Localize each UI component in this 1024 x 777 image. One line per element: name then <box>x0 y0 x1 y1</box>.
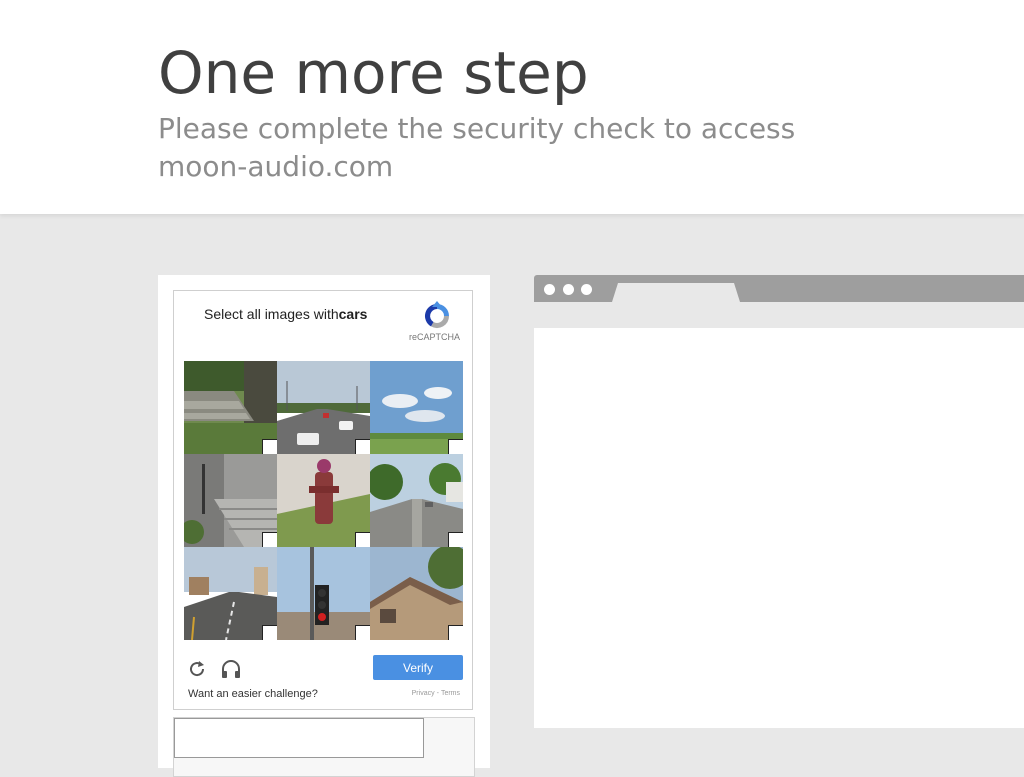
browser-illustration <box>534 275 1024 728</box>
tile-checkbox[interactable] <box>262 625 277 640</box>
recaptcha-challenge: Select all images withcars reCAPTCHA Ver… <box>173 290 473 710</box>
privacy-link[interactable]: Privacy <box>412 690 435 697</box>
challenge-tile[interactable] <box>370 547 463 640</box>
terms-link[interactable]: Terms <box>441 690 460 697</box>
recaptcha-brand: reCAPTCHA <box>408 332 460 342</box>
tile-checkbox[interactable] <box>355 532 370 547</box>
challenge-prompt-text: Select all images with <box>204 306 339 322</box>
challenge-tile[interactable] <box>184 547 277 640</box>
browser-tab <box>612 283 740 302</box>
tile-checkbox[interactable] <box>448 625 463 640</box>
browser-toolbar <box>534 302 1024 328</box>
page-title: One more step <box>158 39 589 107</box>
legal-separator: - <box>436 690 439 697</box>
easier-challenge-link[interactable]: Want an easier challenge? <box>188 688 318 700</box>
challenge-tile[interactable] <box>277 361 370 454</box>
challenge-tile[interactable] <box>277 454 370 547</box>
challenge-tile[interactable] <box>184 454 277 547</box>
recaptcha-logo-icon <box>424 301 449 329</box>
browser-content <box>534 328 1024 728</box>
reload-icon[interactable] <box>187 659 207 679</box>
captcha-panel: Select all images withcars reCAPTCHA Ver… <box>158 275 490 777</box>
challenge-tile[interactable] <box>370 361 463 454</box>
tile-checkbox[interactable] <box>262 532 277 547</box>
challenge-target: cars <box>338 306 368 322</box>
challenge-tile[interactable] <box>277 547 370 640</box>
tile-checkbox[interactable] <box>448 439 463 454</box>
legal-links: Privacy - Terms <box>412 690 460 697</box>
tile-checkbox[interactable] <box>355 625 370 640</box>
challenge-image-grid <box>184 361 464 641</box>
page-subtitle: Please complete the security check to ac… <box>158 112 796 183</box>
tile-checkbox[interactable] <box>448 532 463 547</box>
tile-checkbox[interactable] <box>355 439 370 454</box>
headphones-icon[interactable] <box>220 658 242 680</box>
response-box <box>173 717 475 777</box>
window-dot-icon <box>563 284 574 295</box>
challenge-tile[interactable] <box>184 361 277 454</box>
browser-titlebar <box>534 275 1024 302</box>
response-field[interactable] <box>174 718 424 758</box>
window-dot-icon <box>544 284 555 295</box>
page-header: One more step Please complete the securi… <box>0 0 1024 214</box>
tile-checkbox[interactable] <box>262 439 277 454</box>
window-dot-icon <box>581 284 592 295</box>
challenge-prompt: Select all images withcars <box>204 306 367 322</box>
challenge-tile[interactable] <box>370 454 463 547</box>
verify-button[interactable]: Verify <box>373 655 463 680</box>
